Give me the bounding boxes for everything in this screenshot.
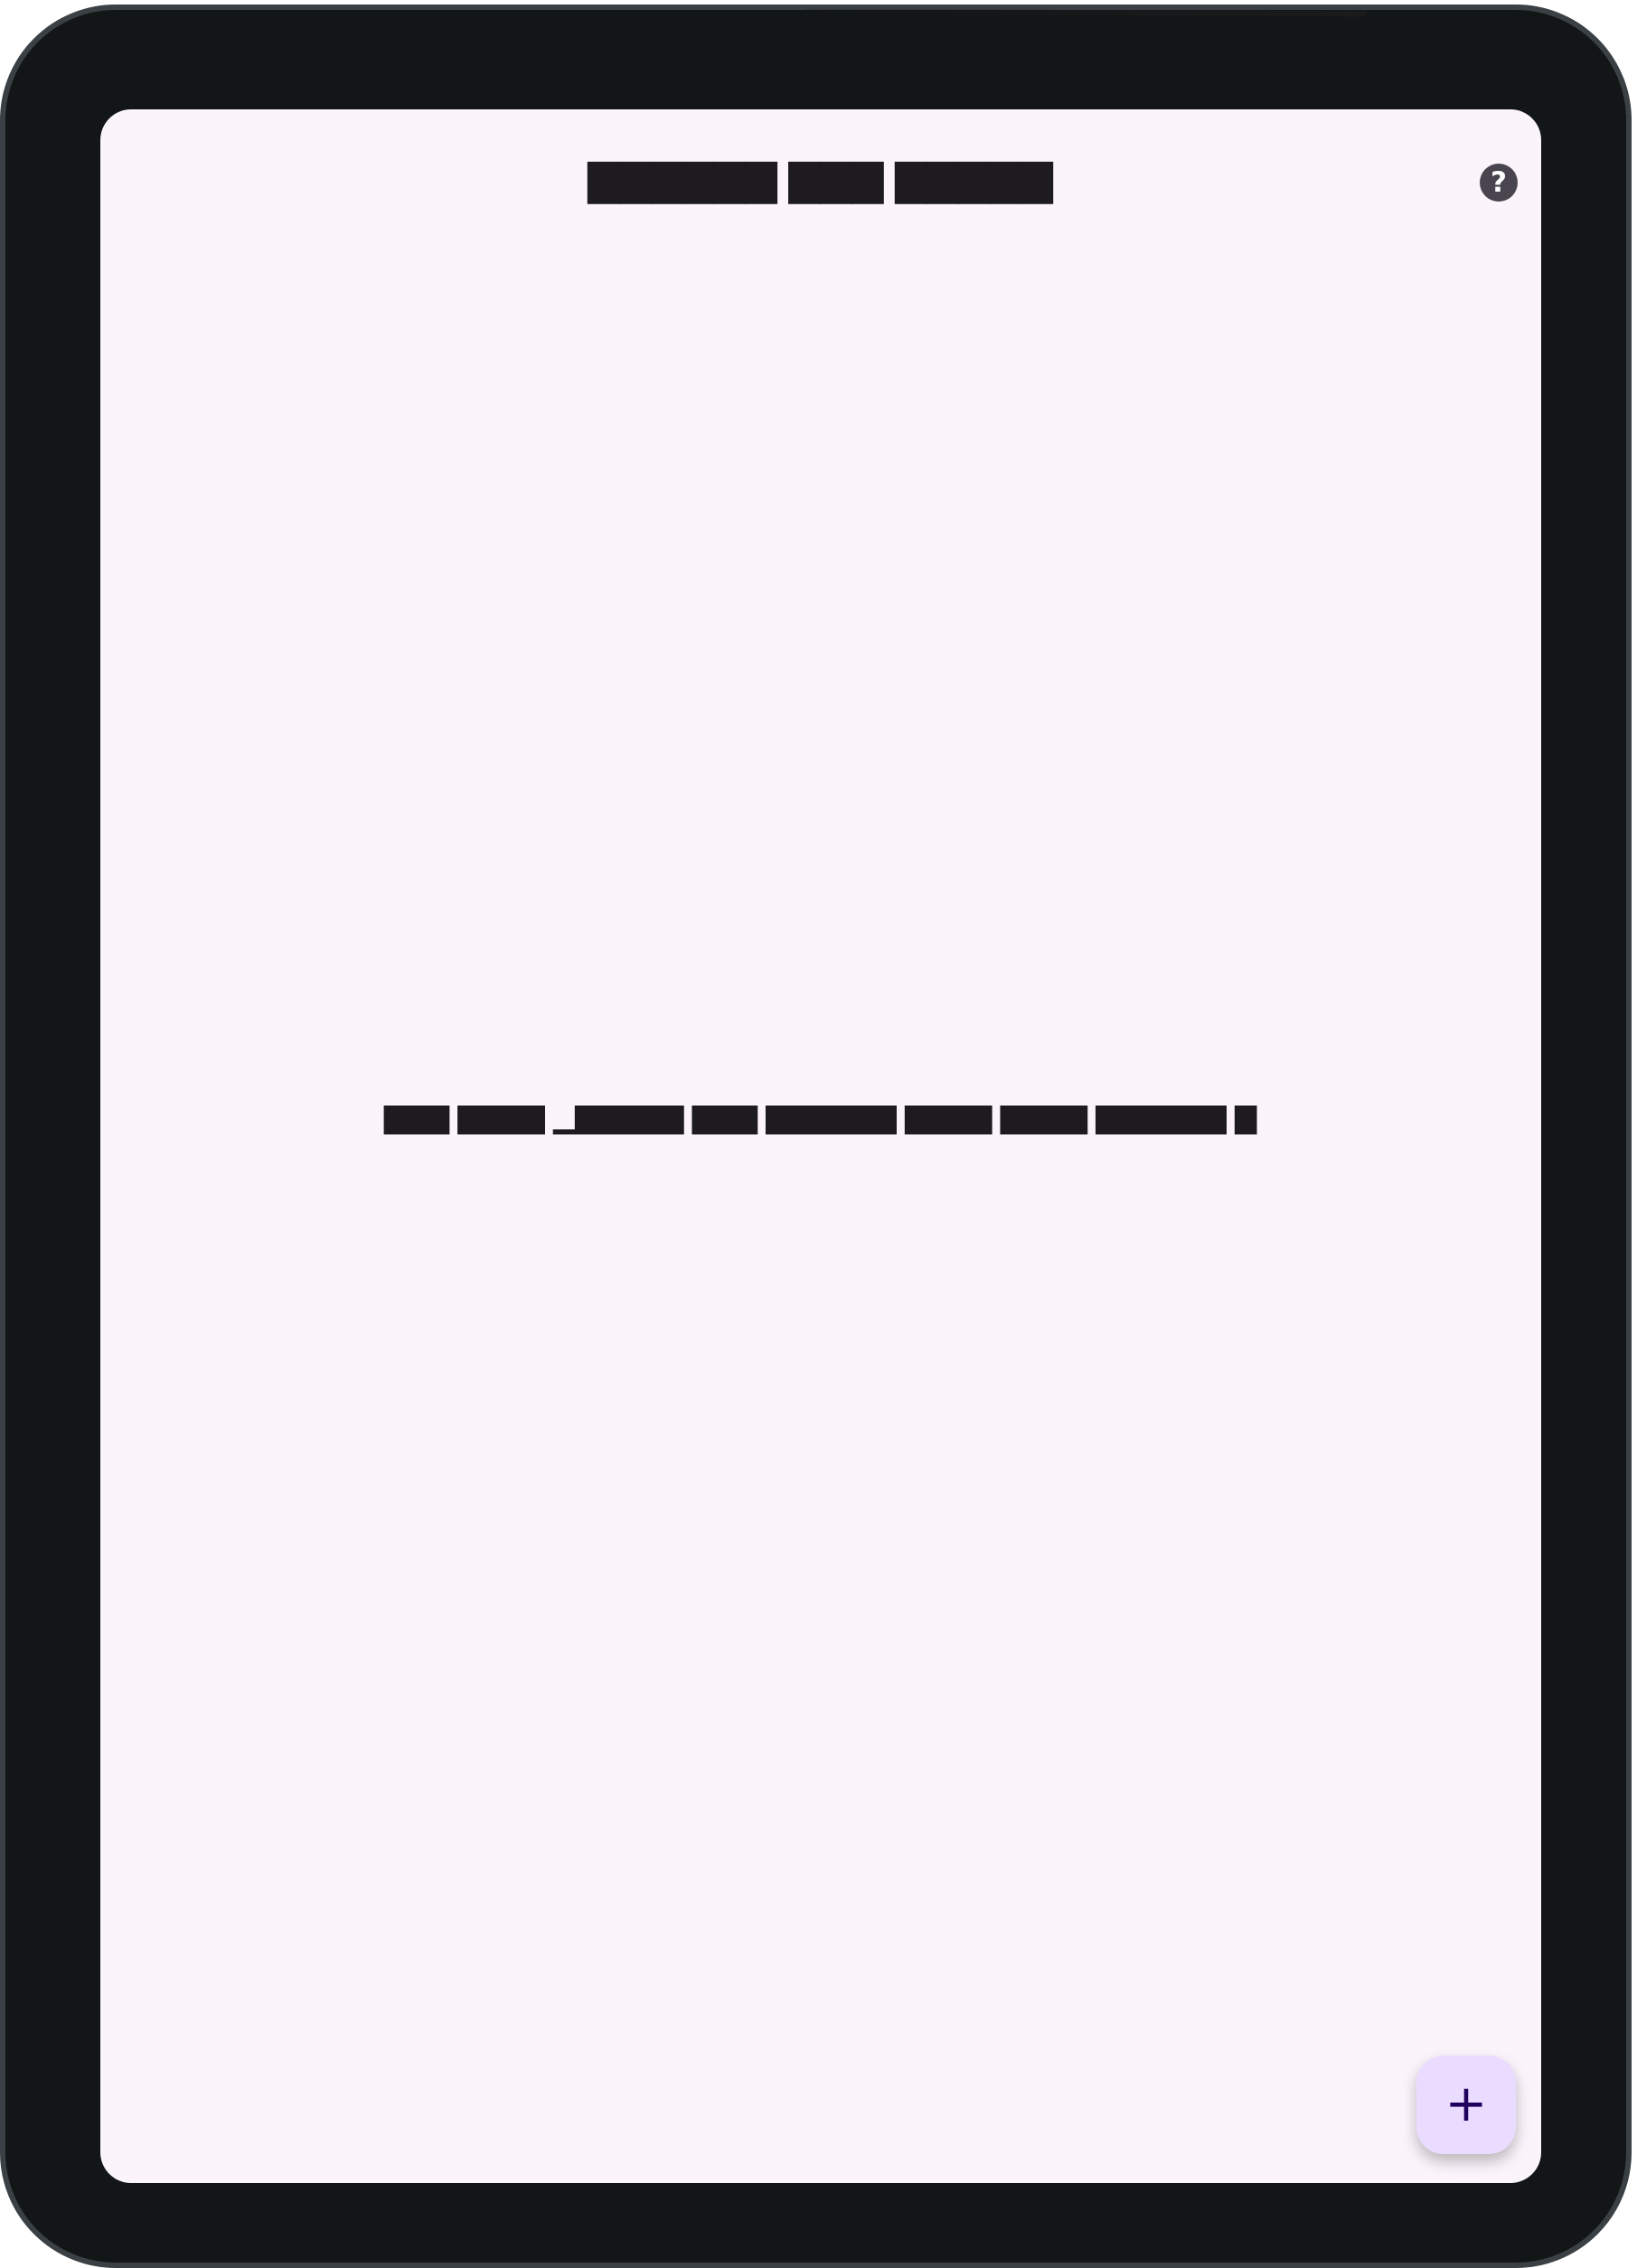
empty-state-message: ▇▇▇ ▇▇▇▇ ▁▇▇▇▇▇ ▇▇▇ ▇▇▇▇▇▇ ▇▇▇▇ ▇▇▇▇ ▇▇▇… — [384, 1104, 1257, 1134]
plus-icon: + — [1444, 2075, 1488, 2133]
top-app-bar: ▇▇▇▇▇▇ ▇▇▇ ▇▇▇▇▇ — [100, 159, 1541, 202]
device-top-edge — [805, 8, 1366, 17]
help-icon[interactable]: ? — [1480, 164, 1518, 202]
device-side-button — [1619, 301, 1626, 396]
tablet-frame: ▇▇▇▇▇▇ ▇▇▇ ▇▇▇▇▇ ? ▇▇▇ ▇▇▇▇ ▁▇▇▇▇▇ ▇▇▇ ▇… — [0, 5, 1632, 2268]
device-side-button — [1619, 193, 1626, 284]
add-button[interactable]: + — [1416, 2056, 1516, 2154]
app-screen: ▇▇▇▇▇▇ ▇▇▇ ▇▇▇▇▇ ? ▇▇▇ ▇▇▇▇ ▁▇▇▇▇▇ ▇▇▇ ▇… — [100, 109, 1541, 2183]
page-title: ▇▇▇▇▇▇ ▇▇▇ ▇▇▇▇▇ — [588, 158, 1054, 202]
